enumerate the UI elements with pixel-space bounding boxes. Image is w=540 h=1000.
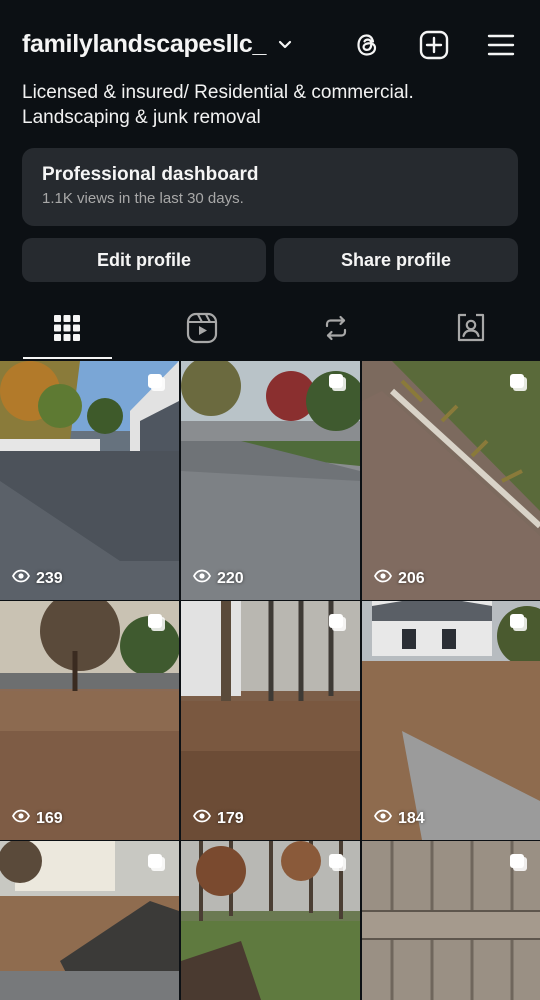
bio-line: Licensed & insured/ Residential & commer…: [22, 82, 414, 103]
multi-photo-icon: [147, 373, 167, 393]
post-thumbnail[interactable]: [362, 841, 540, 1000]
tab-posts[interactable]: [22, 300, 112, 360]
post-image: [362, 361, 540, 600]
post-thumbnail[interactable]: [181, 841, 360, 1000]
bio: Licensed & insured/ Residential & commer…: [22, 80, 522, 130]
view-count-value: 179: [217, 809, 244, 827]
post-image: [362, 601, 540, 840]
post-thumbnail[interactable]: 239: [0, 361, 179, 600]
menu-icon[interactable]: [484, 28, 518, 62]
post-image: [181, 361, 360, 600]
view-count: 239: [11, 569, 63, 588]
view-count-value: 184: [398, 809, 425, 827]
post-thumbnail[interactable]: 184: [362, 601, 540, 840]
view-count-value: 169: [36, 809, 63, 827]
profile-tabs: [0, 300, 540, 360]
multi-photo-icon: [509, 613, 529, 633]
tab-active-indicator: [23, 357, 112, 359]
eye-icon: [11, 809, 31, 828]
eye-icon: [192, 569, 212, 588]
post-thumbnail[interactable]: 206: [362, 361, 540, 600]
multi-photo-icon: [328, 613, 348, 633]
view-count-value: 206: [398, 569, 425, 587]
posts-grid: 239 220 206 169 179 184: [0, 361, 540, 1000]
view-count-value: 239: [36, 569, 63, 587]
eye-icon: [11, 569, 31, 588]
profile-header: familylandscapesllc_: [0, 0, 540, 90]
post-image: [181, 601, 360, 840]
view-count: 184: [373, 809, 425, 828]
multi-photo-icon: [328, 373, 348, 393]
dashboard-title: Professional dashboard: [42, 164, 259, 185]
view-count: 220: [192, 569, 244, 588]
tagged-icon: [455, 312, 487, 349]
bio-line: Landscaping & junk removal: [22, 107, 261, 128]
tab-tagged[interactable]: [426, 300, 516, 360]
eye-icon: [373, 569, 393, 588]
eye-icon: [192, 809, 212, 828]
view-count: 206: [373, 569, 425, 588]
multi-photo-icon: [509, 853, 529, 873]
post-thumbnail[interactable]: [0, 841, 179, 1000]
view-count: 179: [192, 809, 244, 828]
post-thumbnail[interactable]: 169: [0, 601, 179, 840]
chevron-down-icon[interactable]: [276, 36, 294, 54]
reels-icon: [186, 312, 218, 349]
post-thumbnail[interactable]: 220: [181, 361, 360, 600]
eye-icon: [373, 809, 393, 828]
edit-profile-button[interactable]: Edit profile: [22, 238, 266, 282]
tab-reels[interactable]: [157, 300, 247, 360]
post-image: [0, 601, 179, 840]
view-count-value: 220: [217, 569, 244, 587]
multi-photo-icon: [147, 853, 167, 873]
view-count: 169: [11, 809, 63, 828]
multi-photo-icon: [509, 373, 529, 393]
share-profile-button[interactable]: Share profile: [274, 238, 518, 282]
grid-icon: [53, 314, 81, 347]
username[interactable]: familylandscapesllc_: [22, 30, 266, 59]
threads-icon[interactable]: [350, 28, 384, 62]
account-switcher[interactable]: familylandscapesllc_: [22, 30, 294, 59]
post-image: [0, 361, 179, 600]
multi-photo-icon: [328, 853, 348, 873]
new-post-icon[interactable]: [417, 28, 451, 62]
multi-photo-icon: [147, 613, 167, 633]
tab-reposts[interactable]: [291, 300, 381, 360]
dashboard-subtitle: 1.1K views in the last 30 days.: [42, 190, 244, 207]
post-thumbnail[interactable]: 179: [181, 601, 360, 840]
professional-dashboard[interactable]: Professional dashboard 1.1K views in the…: [22, 148, 518, 226]
reposts-icon: [321, 313, 351, 348]
